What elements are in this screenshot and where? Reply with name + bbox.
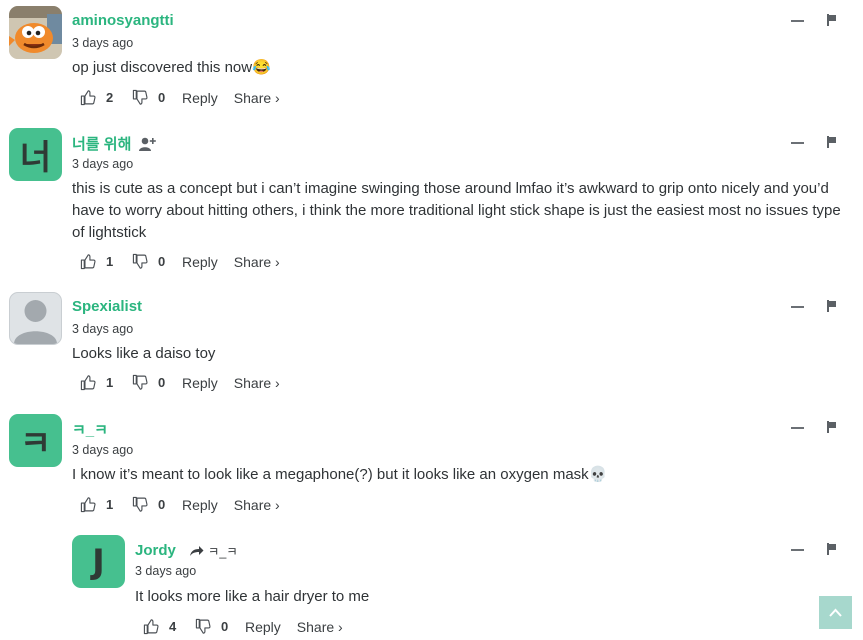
like-button[interactable]: 4 [143,618,195,635]
thumbs-down-icon [132,253,148,269]
avatar[interactable]: 너 [9,128,62,181]
like-button[interactable]: 1 [80,496,132,513]
chevron-up-icon [829,608,842,617]
avatar[interactable]: ㅋ [9,414,62,467]
comment-actions: 1 0 Reply Share › [80,374,280,391]
avatar-letter: J [92,541,105,582]
reply-arrow-icon [189,545,204,556]
username[interactable]: 너를 위해 [72,133,157,154]
like-count: 2 [106,90,114,105]
scroll-to-top-button[interactable] [819,596,852,629]
share-button[interactable]: Share › [234,90,280,106]
like-count: 1 [106,254,114,269]
default-user-icon [14,300,57,344]
comment-controls [791,14,837,26]
share-button[interactable]: Share › [234,254,280,270]
dislike-count: 0 [158,375,166,390]
username[interactable]: Spexialist [72,298,142,315]
dislike-button[interactable]: 0 [132,496,182,513]
like-button[interactable]: 2 [80,89,132,106]
flag-icon[interactable] [827,136,837,148]
thumbs-up-icon [80,254,96,270]
reply-button[interactable]: Reply [182,90,218,106]
flag-icon[interactable] [827,543,837,555]
like-button[interactable]: 1 [80,374,132,391]
flag-icon[interactable] [827,300,837,312]
collapse-minus-icon[interactable] [791,427,804,429]
comment-actions: 4 0 Reply Share › [143,618,343,635]
comment-controls [791,421,837,433]
comment-controls [791,136,837,148]
comment-controls [791,543,837,555]
follow-user-icon[interactable] [139,136,157,152]
comment-text: It looks more like a hair dryer to me [135,588,370,605]
comment-actions: 1 0 Reply Share › [80,253,280,270]
collapse-minus-icon[interactable] [791,20,804,22]
thumbs-up-icon [143,619,159,635]
thumbs-up-icon [80,90,96,106]
username[interactable]: Jordy ㅋ_ㅋ [135,541,238,560]
reply-button[interactable]: Reply [182,375,218,391]
dislike-count: 0 [158,254,166,269]
avatar-letter: ㅋ [19,424,52,464]
share-button[interactable]: Share › [234,497,280,513]
share-button[interactable]: Share › [297,619,343,635]
reply-button[interactable]: Reply [245,619,281,635]
timestamp[interactable]: 3 days ago [72,36,133,50]
dislike-button[interactable]: 0 [132,374,182,391]
cartoon-fish-avatar-image [9,6,62,59]
comment-actions: 1 0 Reply Share › [80,496,280,513]
reply-to-user[interactable]: ㅋ_ㅋ [208,541,238,560]
thumbs-down-icon [132,496,148,512]
like-count: 1 [106,497,114,512]
dislike-count: 0 [158,497,166,512]
dislike-count: 0 [221,619,229,634]
flag-icon[interactable] [827,421,837,433]
dislike-button[interactable]: 0 [132,253,182,270]
comment-controls [791,300,837,312]
avatar-cartoon[interactable] [9,6,62,59]
collapse-minus-icon[interactable] [791,306,804,308]
avatar-default[interactable] [9,292,62,345]
thumbs-up-icon [80,375,96,391]
timestamp[interactable]: 3 days ago [72,443,133,457]
reply-button[interactable]: Reply [182,497,218,513]
username-text[interactable]: Jordy [135,542,176,559]
comment-text: Looks like a daiso toy [72,345,216,362]
comment-text: I know it’s meant to look like a megapho… [72,466,608,483]
username[interactable]: ㅋ_ㅋ [72,419,108,440]
timestamp[interactable]: 3 days ago [135,564,196,578]
collapse-minus-icon[interactable] [791,549,804,551]
timestamp[interactable]: 3 days ago [72,157,133,171]
share-button[interactable]: Share › [234,375,280,391]
timestamp[interactable]: 3 days ago [72,322,133,336]
collapse-minus-icon[interactable] [791,142,804,144]
comment-text: this is cute as a concept but i can’t im… [72,180,841,241]
dislike-count: 0 [158,90,166,105]
thumbs-down-icon [132,89,148,105]
flag-icon[interactable] [827,14,837,26]
comment-text: op just discovered this now😂 [72,59,271,76]
avatar-letter: 너 [19,138,52,178]
reply-button[interactable]: Reply [182,254,218,270]
thumbs-up-icon [80,497,96,513]
thumbs-down-icon [132,374,148,390]
thumbs-down-icon [195,618,211,634]
avatar[interactable]: J [72,535,125,588]
dislike-button[interactable]: 0 [195,618,245,635]
dislike-button[interactable]: 0 [132,89,182,106]
like-count: 4 [169,619,177,634]
username-text[interactable]: 너를 위해 [72,133,131,154]
username[interactable]: aminosyangtti [72,12,174,29]
like-button[interactable]: 1 [80,253,132,270]
comment-actions: 2 0 Reply Share › [80,89,280,106]
like-count: 1 [106,375,114,390]
